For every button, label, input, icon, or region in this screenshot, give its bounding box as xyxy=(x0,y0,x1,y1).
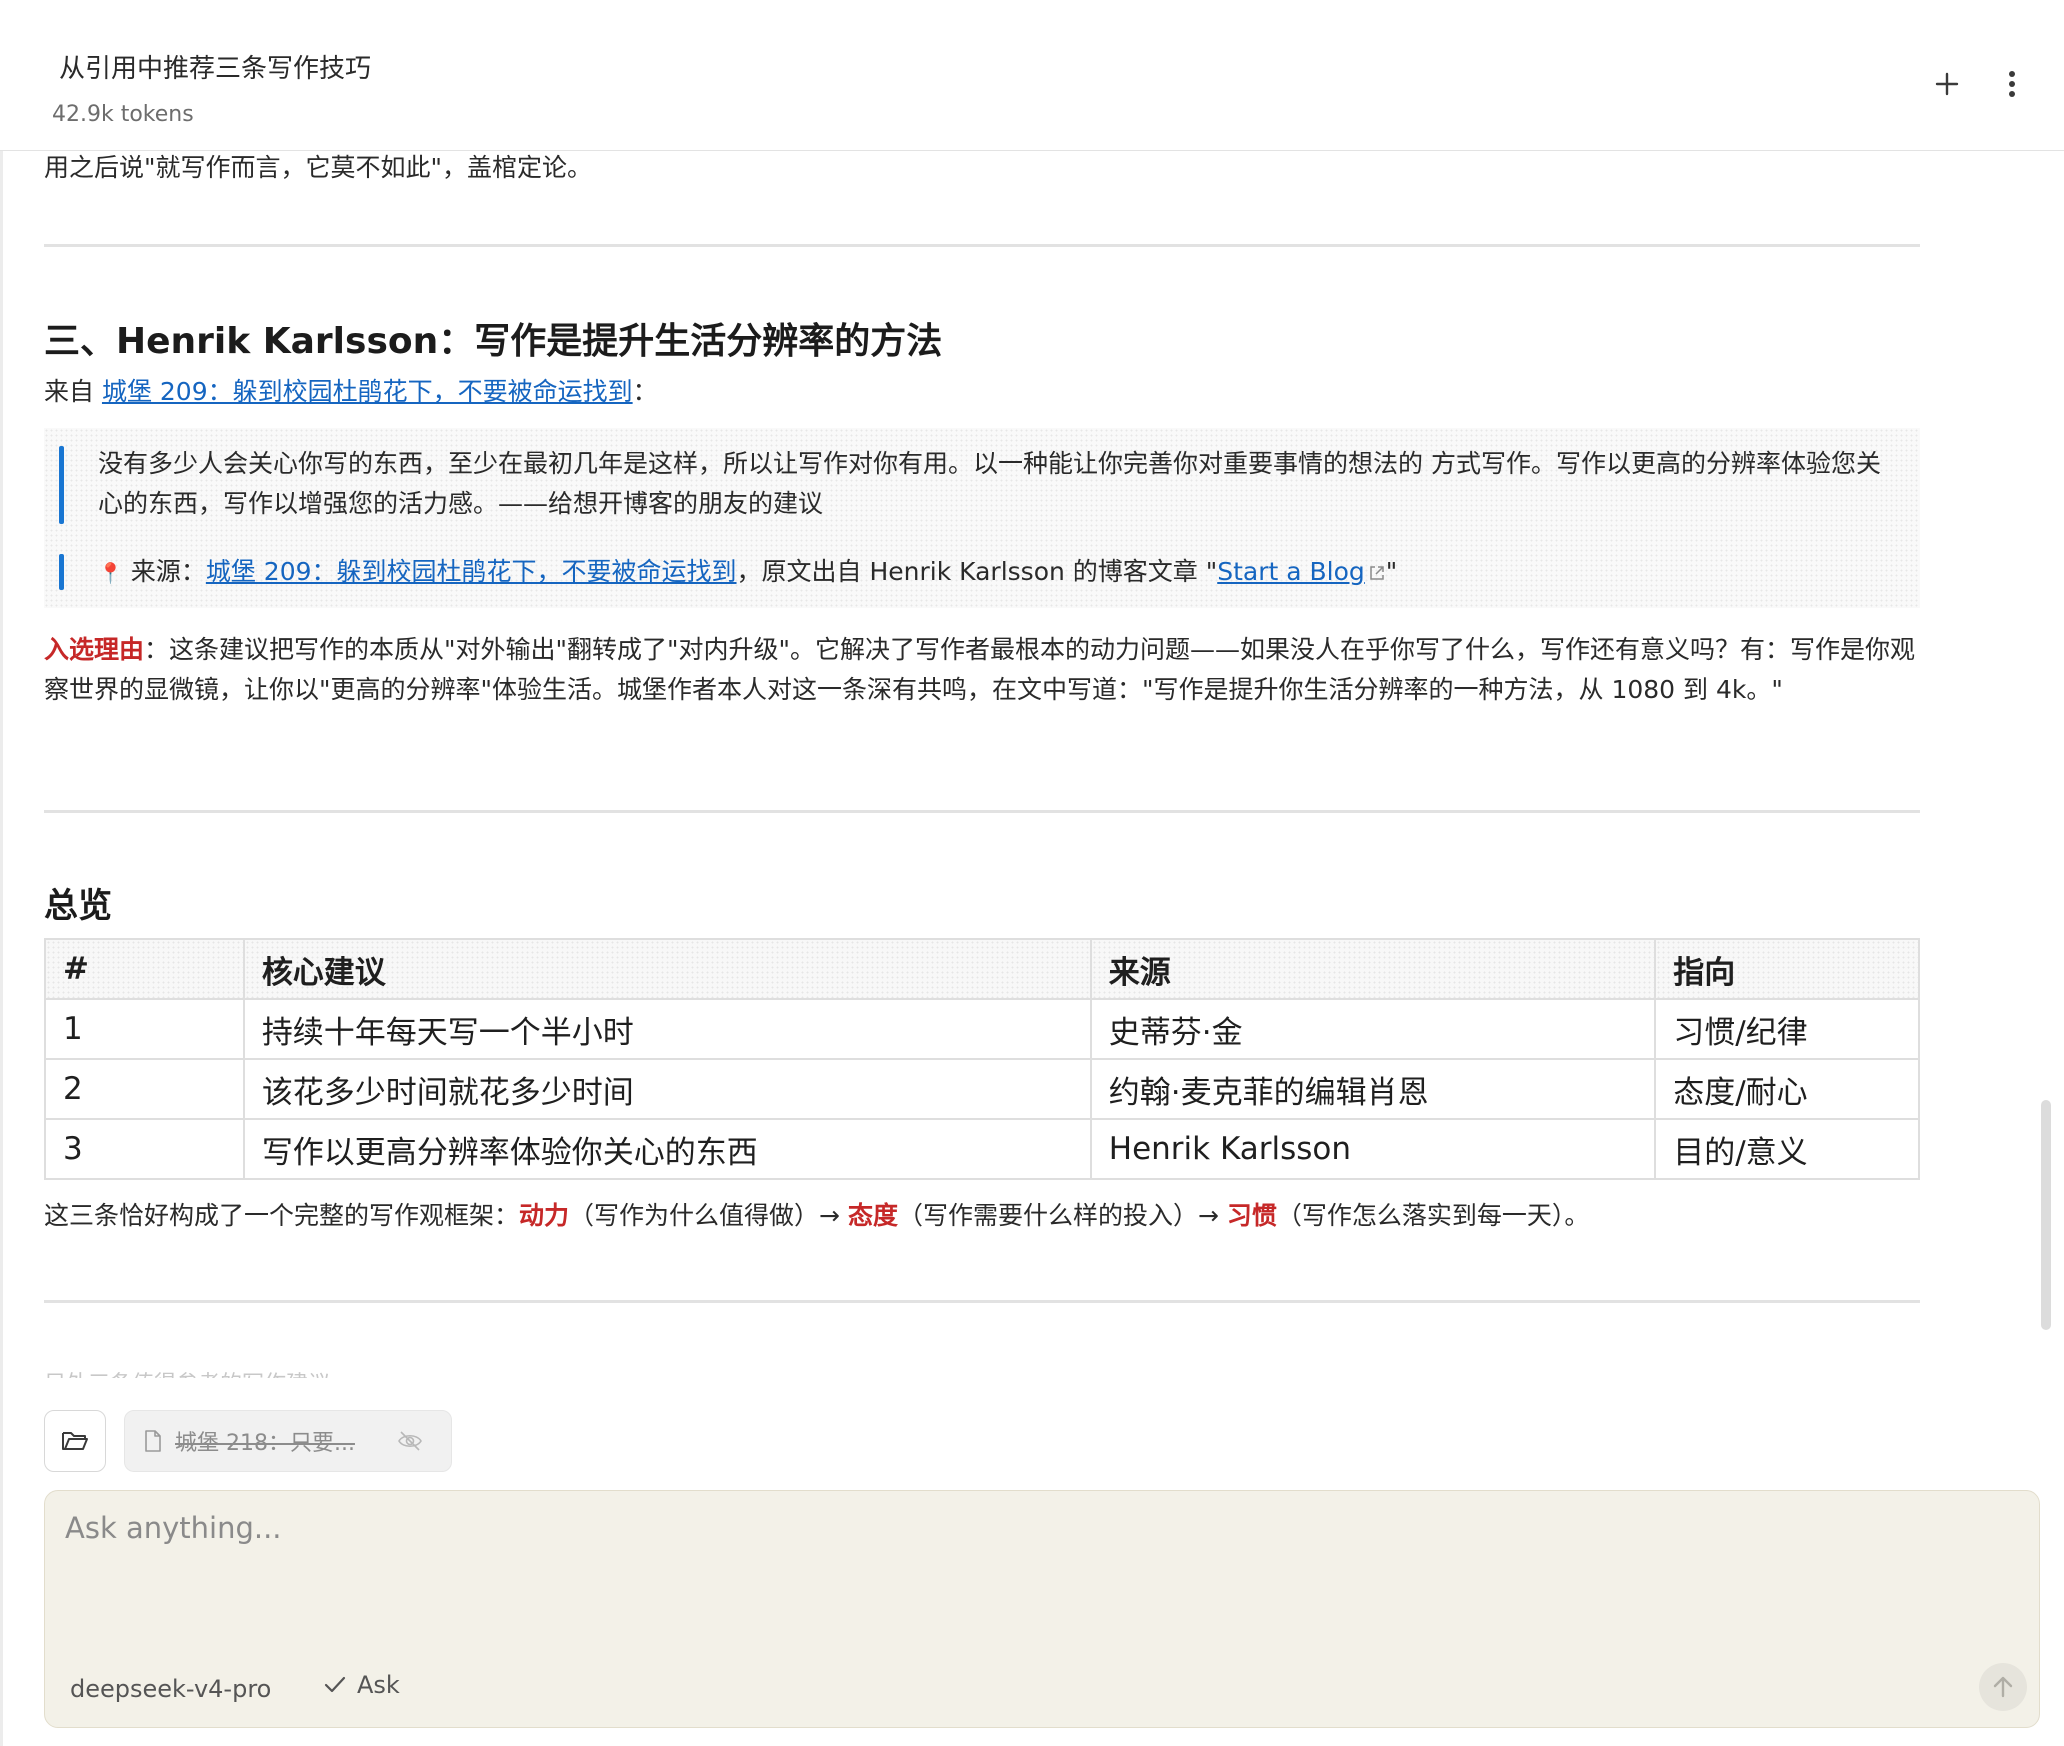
citation-line: 📍 来源：城堡 209：躲到校园杜鹃花下，不要被命运找到，原文出自 Henrik… xyxy=(98,552,1888,593)
summary-prefix: 这三条恰好构成了一个完整的写作观框架： xyxy=(44,1201,520,1230)
previous-paragraph-tail: 用之后说"就写作而言，它莫不如此"，盖棺定论。 xyxy=(44,153,592,182)
column-header: 来源 xyxy=(1089,938,1657,1000)
summary-part-3: （写作怎么落实到每一天）。 xyxy=(1276,1201,1590,1230)
summary-part-1: （写作为什么值得做）→ xyxy=(569,1201,848,1230)
eye-off-icon xyxy=(398,1431,422,1451)
model-selector[interactable]: deepseek-v4-pro xyxy=(70,1675,271,1703)
table-header-row: # 核心建议 来源 指向 xyxy=(44,938,1920,1000)
table-cell: Henrik Karlsson xyxy=(1089,1118,1657,1180)
mode-label: Ask xyxy=(357,1671,400,1699)
source-suffix: ： xyxy=(632,377,658,406)
source-link[interactable]: 城堡 209：躲到校园杜鹃花下，不要被命运找到 xyxy=(102,377,633,406)
more-options-button[interactable] xyxy=(1990,62,2034,106)
column-header: 指向 xyxy=(1654,938,1920,1000)
overview-table: # 核心建议 来源 指向 1 持续十年每天写一个半小时 史蒂芬·金 习惯/纪律 … xyxy=(44,938,1920,1180)
pin-icon: 📍 xyxy=(98,561,123,585)
table-cell: 态度/耐心 xyxy=(1654,1058,1920,1120)
column-header: # xyxy=(44,938,245,1000)
file-icon xyxy=(145,1430,161,1452)
table-cell: 1 xyxy=(44,998,245,1060)
table-cell: 约翰·麦克菲的编辑肖恩 xyxy=(1089,1058,1657,1120)
source-prefix: 来自 xyxy=(44,377,102,406)
table-cell: 2 xyxy=(44,1058,245,1120)
keyword-attitude: 态度 xyxy=(847,1201,898,1230)
context-file-chip[interactable]: 城堡 218：只要... xyxy=(124,1410,452,1472)
citation-bar xyxy=(59,554,64,590)
arrow-up-icon xyxy=(1993,1676,2013,1698)
table-cell: 目的/意义 xyxy=(1654,1118,1920,1180)
chat-input[interactable] xyxy=(65,1511,2005,1631)
source-line: 来自 城堡 209：躲到校园杜鹃花下，不要被命运找到： xyxy=(44,372,658,412)
table-cell: 3 xyxy=(44,1118,245,1180)
left-border xyxy=(0,0,3,1746)
blockquote: 没有多少人会关心你写的东西，至少在最初几年是这样，所以让写作对你有用。以一种能让… xyxy=(44,428,1920,608)
quote-bar xyxy=(59,446,64,524)
conversation-title[interactable]: 从引用中推荐三条写作技巧 xyxy=(59,48,371,85)
column-header: 核心建议 xyxy=(242,938,1092,1000)
table-row: 3 写作以更高分辨率体验你关心的东西 Henrik Karlsson 目的/意义 xyxy=(44,1118,1920,1180)
reason-label: 入选理由 xyxy=(44,635,145,664)
table-cell: 该花多少时间就花多少时间 xyxy=(242,1058,1092,1120)
divider xyxy=(44,1300,1920,1303)
keyword-motivation: 动力 xyxy=(519,1201,570,1230)
table-row: 1 持续十年每天写一个半小时 史蒂芬·金 习惯/纪律 xyxy=(44,998,1920,1060)
file-chip-label: 城堡 218：只要... xyxy=(175,1431,355,1456)
check-icon xyxy=(324,1676,346,1693)
citation-link[interactable]: 城堡 209：躲到校园杜鹃花下，不要被命运找到 xyxy=(206,557,737,586)
divider xyxy=(44,244,1920,247)
section-heading: 三、Henrik Karlsson：写作是提升生活分辨率的方法 xyxy=(44,321,943,362)
plus-icon xyxy=(1935,72,1959,96)
token-count: 42.9k tokens xyxy=(52,102,194,127)
send-button[interactable] xyxy=(1979,1663,2027,1711)
table-row: 2 该花多少时间就花多少时间 约翰·麦克菲的编辑肖恩 态度/耐心 xyxy=(44,1058,1920,1120)
reason-text: ：这条建议把写作的本质从"对外输出"翻转成了"对内升级"。它解决了写作者最根本的… xyxy=(44,635,1916,704)
composer: deepseek-v4-pro Ask xyxy=(44,1490,2040,1728)
folder-open-icon xyxy=(62,1432,88,1450)
table-cell: 习惯/纪律 xyxy=(1654,998,1920,1060)
scrollbar-thumb[interactable] xyxy=(2041,1100,2051,1330)
keyword-habit: 习惯 xyxy=(1226,1201,1277,1230)
summary-part-2: （写作需要什么样的投入）→ xyxy=(897,1201,1227,1230)
quote-text: 没有多少人会关心你写的东西，至少在最初几年是这样，所以让写作对你有用。以一种能让… xyxy=(98,449,1881,518)
faded-next-heading: 另外三条值得参考的写作建议 xyxy=(44,1366,330,1378)
framework-summary: 这三条恰好构成了一个完整的写作观框架：动力（写作为什么值得做）→ 态度（写作需要… xyxy=(44,1196,1589,1236)
divider xyxy=(44,810,1920,813)
external-blog-label: Start a Blog xyxy=(1217,557,1365,586)
chat-header: 从引用中推荐三条写作技巧 42.9k tokens xyxy=(0,0,2064,151)
table-cell: 持续十年每天写一个半小时 xyxy=(242,998,1092,1060)
more-vertical-icon xyxy=(2009,71,2015,97)
toggle-visibility-button[interactable] xyxy=(397,1430,423,1452)
overview-heading: 总览 xyxy=(44,886,112,926)
table-cell: 写作以更高分辨率体验你关心的东西 xyxy=(242,1118,1092,1180)
reason-paragraph: 入选理由：这条建议把写作的本质从"对外输出"翻转成了"对内升级"。它解决了写作者… xyxy=(44,630,1920,710)
external-blog-link[interactable]: Start a Blog xyxy=(1217,557,1386,586)
external-link-icon xyxy=(1370,566,1384,580)
attach-folder-button[interactable] xyxy=(44,1410,106,1472)
table-cell: 史蒂芬·金 xyxy=(1089,998,1657,1060)
citation-middle: ，原文出自 Henrik Karlsson 的博客文章 " xyxy=(736,557,1218,586)
mode-selector[interactable]: Ask xyxy=(323,1671,400,1699)
new-chat-button[interactable] xyxy=(1925,62,1969,106)
citation-prefix: 来源： xyxy=(122,557,206,586)
citation-end: " xyxy=(1385,557,1398,586)
